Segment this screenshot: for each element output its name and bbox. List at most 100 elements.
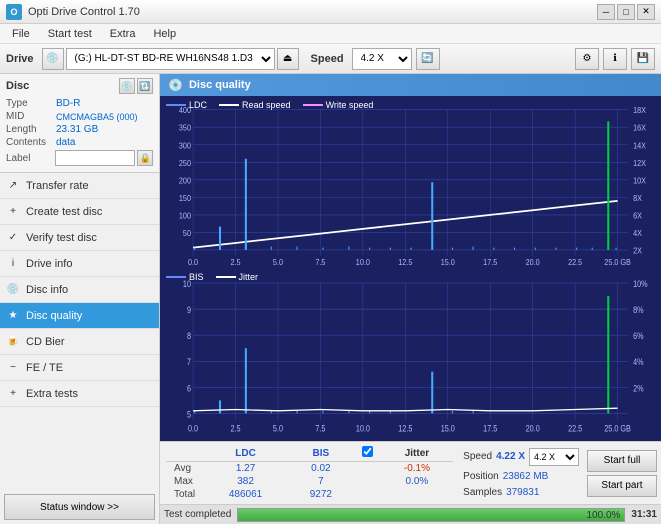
nav-fe-te-label: FE / TE bbox=[26, 362, 63, 374]
nav-create-test-disc[interactable]: + Create test disc bbox=[0, 199, 159, 225]
minimize-button[interactable]: ─ bbox=[597, 4, 615, 20]
bottom-stats-panel: LDC BIS Jitter Avg 1.27 0.02 bbox=[160, 441, 661, 504]
start-full-button[interactable]: Start full bbox=[587, 450, 657, 472]
menu-start-test[interactable]: Start test bbox=[40, 26, 100, 42]
nav-cd-bier-label: CD Bier bbox=[26, 336, 65, 348]
nav-disc-info[interactable]: 💿 Disc info bbox=[0, 277, 159, 303]
speed-dropdown[interactable]: 4.2 X bbox=[529, 448, 579, 466]
settings-button[interactable]: ⚙ bbox=[575, 48, 599, 70]
write-speed-legend-color bbox=[303, 104, 323, 106]
svg-text:22.5: 22.5 bbox=[568, 258, 582, 268]
disc-type-val: BD-R bbox=[56, 98, 153, 109]
drive-label: Drive bbox=[6, 53, 34, 65]
stats-total-row: Total 486061 9272 bbox=[166, 488, 453, 501]
menu-extra[interactable]: Extra bbox=[102, 26, 144, 42]
menu-help[interactable]: Help bbox=[145, 26, 184, 42]
nav-cd-bier[interactable]: 🍺 CD Bier bbox=[0, 329, 159, 355]
nav-verify-test-disc[interactable]: ✓ Verify test disc bbox=[0, 225, 159, 251]
bis-chart-svg: 10 9 8 7 6 5 10% 8% 6% 4% 2% 0.0 2.5 5.0 bbox=[162, 270, 659, 440]
col-header-bis: BIS bbox=[288, 445, 354, 462]
transfer-rate-icon: ↗ bbox=[6, 179, 20, 193]
drive-select[interactable]: (G:) HL-DT-ST BD-RE WH16NS48 1.D3 bbox=[66, 48, 275, 70]
svg-text:5.0: 5.0 bbox=[273, 423, 283, 433]
stats-max-jitter: 0.0% bbox=[381, 475, 453, 488]
svg-text:10.0: 10.0 bbox=[356, 258, 370, 268]
cd-bier-icon: 🍺 bbox=[6, 335, 20, 349]
speed-current-val: 4.22 X bbox=[496, 451, 525, 462]
svg-text:6X: 6X bbox=[633, 211, 642, 221]
svg-text:7.5: 7.5 bbox=[315, 258, 325, 268]
charts-area: LDC Read speed Write speed bbox=[160, 96, 661, 441]
maximize-button[interactable]: □ bbox=[617, 4, 635, 20]
info-button[interactable]: ℹ bbox=[603, 48, 627, 70]
disc-panel: Disc 💿 🔃 Type BD-R MID CMCMAGBA5 (000) L… bbox=[0, 74, 159, 173]
speed-select[interactable]: 4.2 X bbox=[352, 48, 412, 70]
position-label: Position bbox=[463, 471, 499, 482]
disc-contents-key: Contents bbox=[6, 137, 56, 148]
svg-text:8%: 8% bbox=[633, 305, 644, 315]
svg-text:18X: 18X bbox=[633, 106, 646, 116]
menu-file[interactable]: File bbox=[4, 26, 38, 42]
stats-avg-jitter: -0.1% bbox=[381, 462, 453, 476]
speed-row: Speed 4.22 X 4.2 X bbox=[463, 448, 579, 466]
nav-transfer-rate[interactable]: ↗ Transfer rate bbox=[0, 173, 159, 199]
refresh-button[interactable]: 🔄 bbox=[416, 48, 440, 70]
svg-text:17.5: 17.5 bbox=[483, 423, 497, 433]
bis-legend-label: BIS bbox=[189, 272, 204, 282]
disc-icon-btn-2[interactable]: 🔃 bbox=[137, 78, 153, 94]
speed-row-label: Speed bbox=[463, 451, 492, 462]
read-speed-legend-item: Read speed bbox=[219, 100, 291, 110]
jitter-checkbox[interactable] bbox=[362, 446, 373, 457]
action-buttons: Start full Start part bbox=[583, 442, 661, 504]
svg-text:2.5: 2.5 bbox=[230, 423, 240, 433]
svg-text:10.0: 10.0 bbox=[356, 423, 370, 433]
stats-max-ldc: 382 bbox=[203, 475, 288, 488]
svg-text:20.0: 20.0 bbox=[526, 258, 540, 268]
jitter-legend-color bbox=[216, 276, 236, 278]
svg-text:12.5: 12.5 bbox=[398, 258, 412, 268]
stats-avg-label: Avg bbox=[166, 462, 203, 476]
close-button[interactable]: ✕ bbox=[637, 4, 655, 20]
sidebar: Disc 💿 🔃 Type BD-R MID CMCMAGBA5 (000) L… bbox=[0, 74, 160, 524]
save-button[interactable]: 💾 bbox=[631, 48, 655, 70]
chart2-legend: BIS Jitter bbox=[166, 272, 258, 282]
disc-quality-header: 💿 Disc quality bbox=[160, 74, 661, 96]
svg-text:150: 150 bbox=[179, 193, 191, 203]
svg-text:25.0 GB: 25.0 GB bbox=[604, 258, 631, 268]
nav-disc-quality-label: Disc quality bbox=[26, 310, 82, 322]
svg-text:6%: 6% bbox=[633, 331, 644, 341]
disc-label-icon-btn[interactable]: 🔒 bbox=[137, 150, 153, 166]
nav-fe-te[interactable]: ~ FE / TE bbox=[0, 355, 159, 381]
disc-mid-val: CMCMAGBA5 (000) bbox=[56, 112, 153, 122]
nav-drive-info[interactable]: i Drive info bbox=[0, 251, 159, 277]
nav-verify-test-disc-label: Verify test disc bbox=[26, 232, 97, 244]
chart1-legend: LDC Read speed Write speed bbox=[166, 100, 373, 110]
disc-quality-title: Disc quality bbox=[189, 79, 251, 91]
svg-text:2X: 2X bbox=[633, 246, 642, 256]
disc-label-input[interactable] bbox=[55, 150, 135, 166]
read-speed-legend-color bbox=[219, 104, 239, 106]
stats-total-ldc: 486061 bbox=[203, 488, 288, 501]
status-window-button[interactable]: Status window >> bbox=[4, 494, 155, 520]
samples-label: Samples bbox=[463, 487, 502, 498]
drive-info-icon: i bbox=[6, 257, 20, 271]
progress-area: Test completed 100.0% 31:31 bbox=[160, 504, 661, 524]
window-controls: ─ □ ✕ bbox=[597, 4, 655, 20]
eject-button[interactable]: ⏏ bbox=[277, 48, 299, 70]
fe-te-icon: ~ bbox=[6, 361, 20, 375]
bis-legend-item: BIS bbox=[166, 272, 204, 282]
disc-icon-btn-1[interactable]: 💿 bbox=[119, 78, 135, 94]
disc-label-key: Label bbox=[6, 153, 55, 164]
ldc-chart: LDC Read speed Write speed bbox=[162, 98, 659, 268]
ldc-legend-color bbox=[166, 104, 186, 106]
disc-mid-row: MID CMCMAGBA5 (000) bbox=[6, 111, 153, 122]
nav-extra-tests[interactable]: + Extra tests bbox=[0, 381, 159, 407]
start-part-button[interactable]: Start part bbox=[587, 475, 657, 497]
svg-text:10X: 10X bbox=[633, 176, 646, 186]
disc-quality-header-icon: 💿 bbox=[168, 78, 183, 92]
position-val: 23862 MB bbox=[503, 471, 549, 482]
nav-create-test-disc-label: Create test disc bbox=[26, 206, 102, 218]
drive-icon-button[interactable]: 💿 bbox=[42, 48, 64, 70]
svg-text:5: 5 bbox=[187, 409, 191, 419]
nav-disc-quality[interactable]: ★ Disc quality bbox=[0, 303, 159, 329]
